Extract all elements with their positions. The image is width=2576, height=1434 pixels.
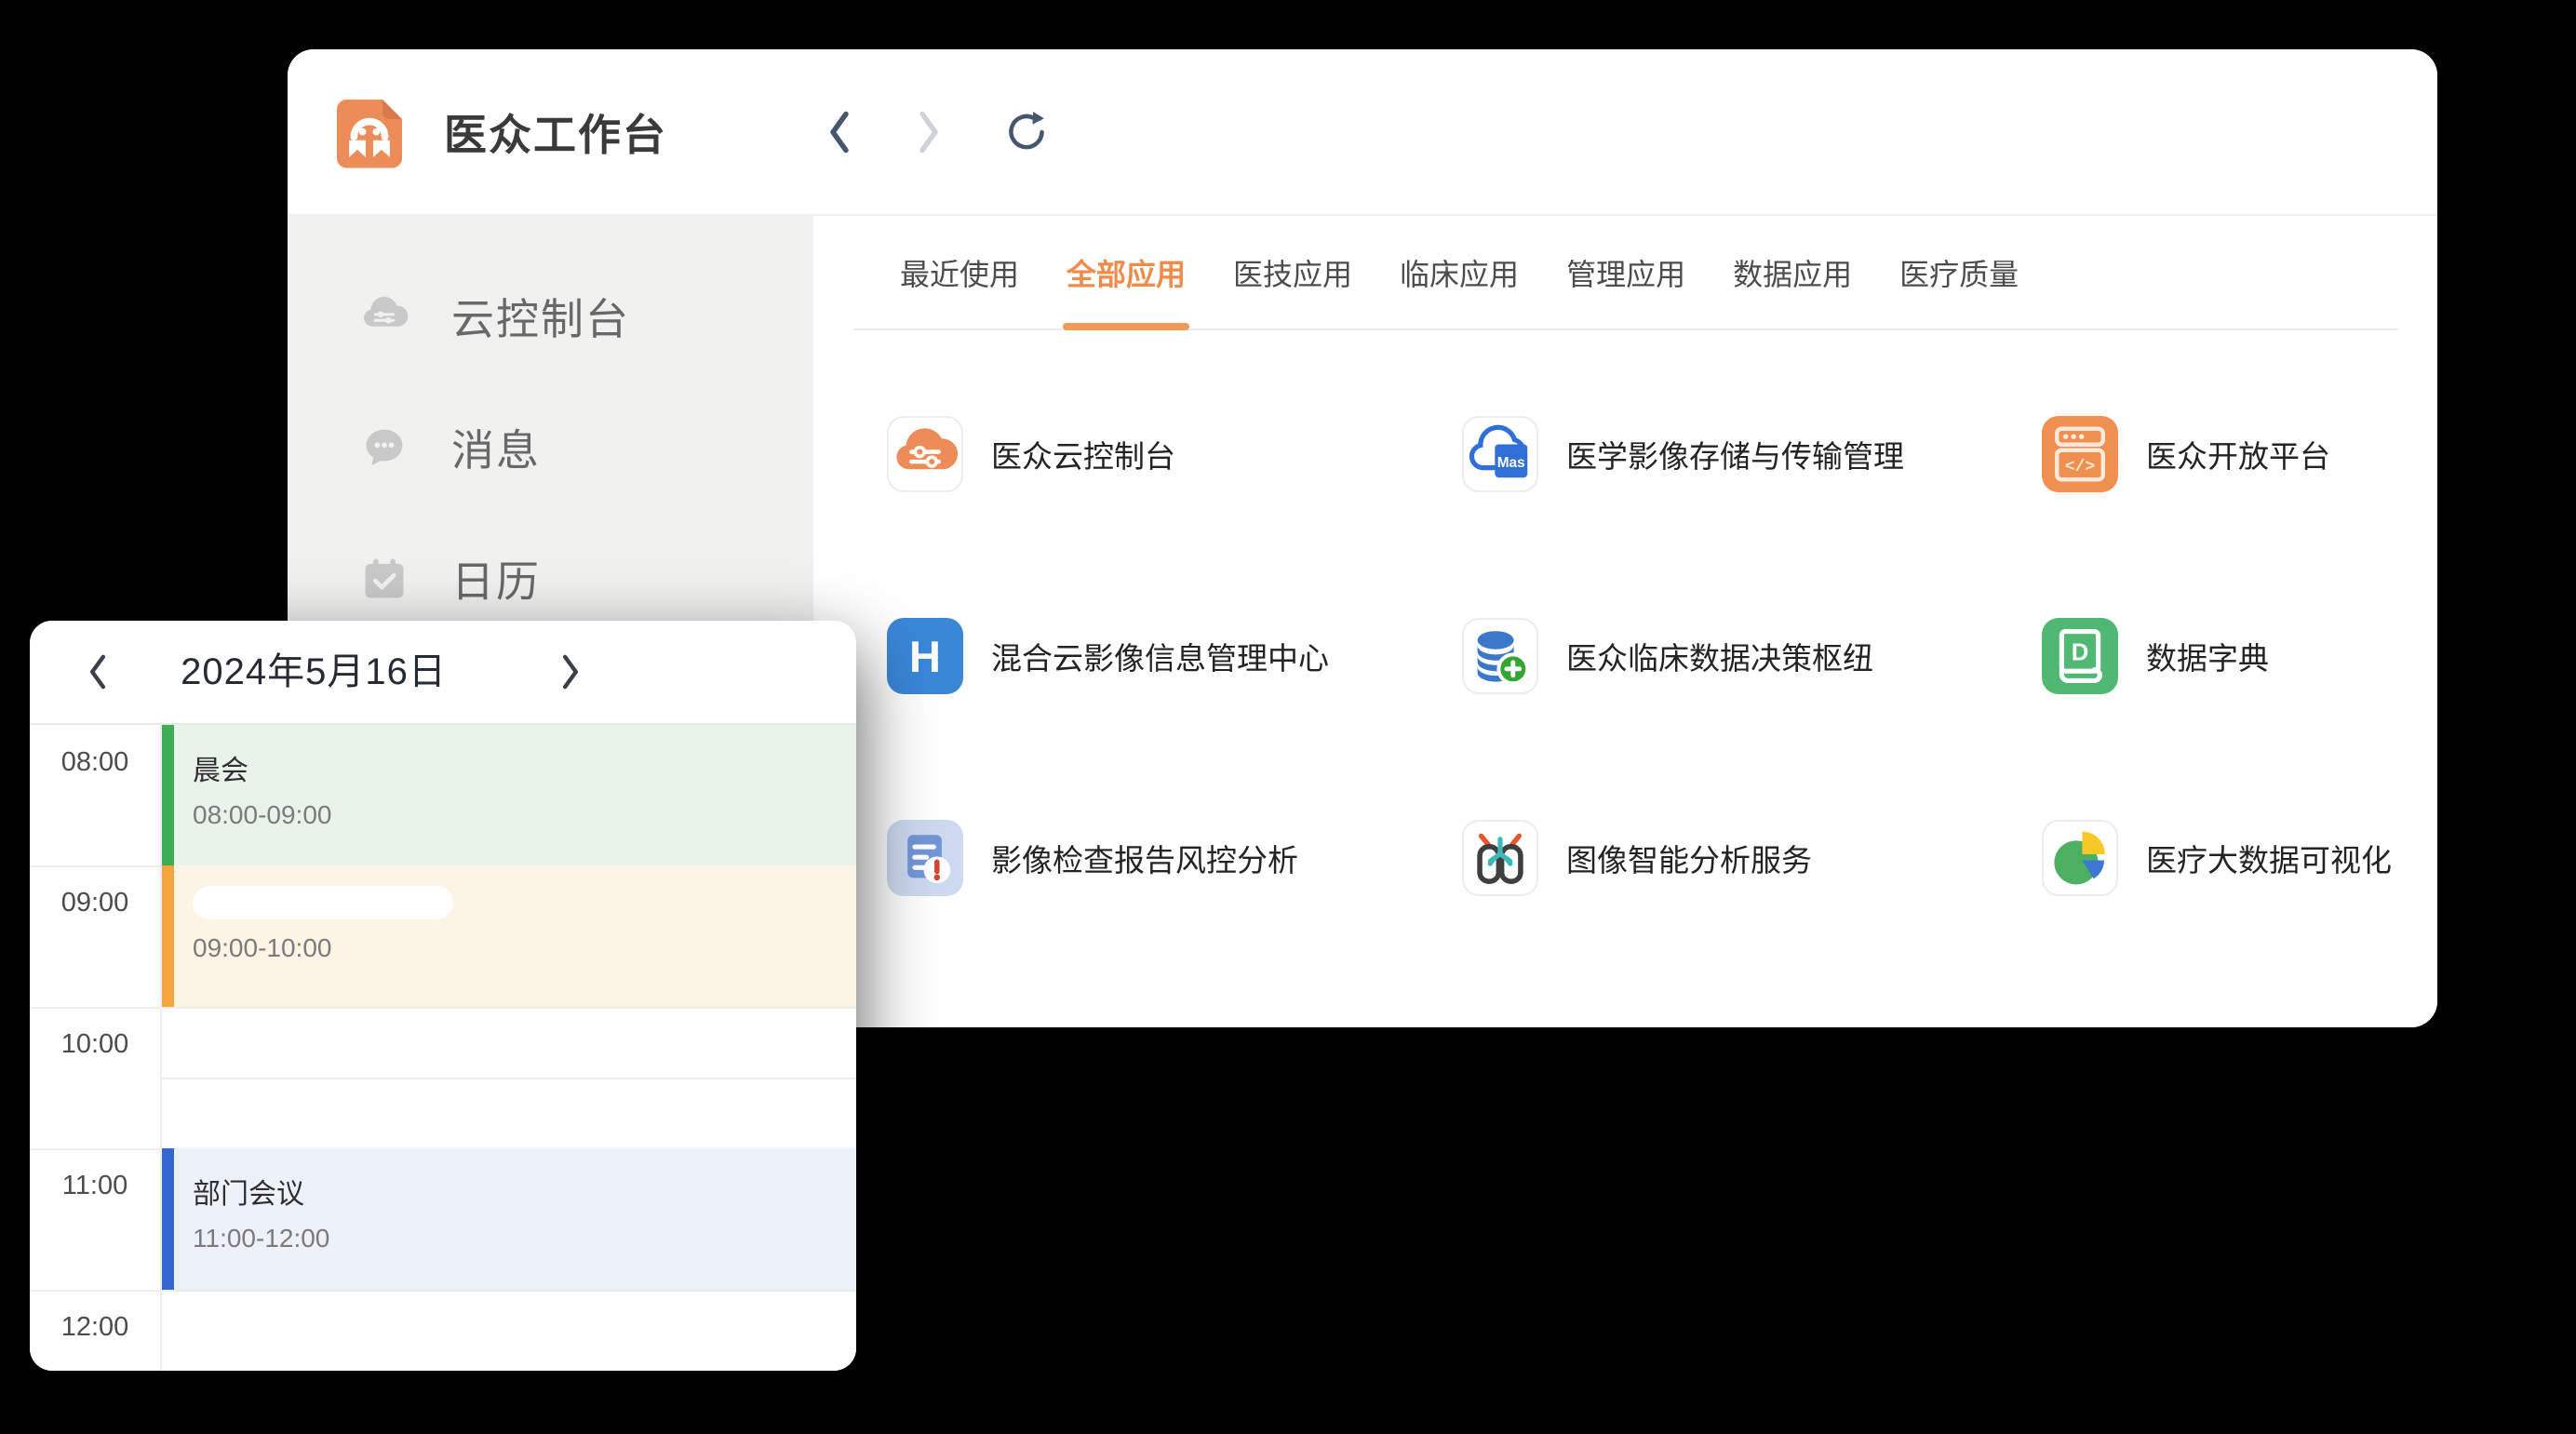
cloud-sliders-icon (887, 416, 963, 492)
time-label: 08:00 (30, 747, 160, 778)
calendar-event-morning-meeting[interactable]: 晨会 08:00-09:00 (162, 725, 856, 865)
cloud-settings-icon (358, 290, 410, 342)
event-title: 晨会 (193, 747, 856, 788)
app-label: 医众临床数据决策枢纽 (1566, 634, 1873, 678)
hour-gridline (30, 1007, 856, 1009)
sidebar-item-messages[interactable]: 消息 (288, 382, 813, 513)
app-title: 医众工作台 (444, 101, 667, 163)
time-label: 11:00 (30, 1171, 160, 1201)
half-hour-gridline (162, 1078, 856, 1079)
calendar-event-redacted[interactable]: 09:00-10:00 (162, 865, 856, 1007)
report-alert-icon (887, 820, 963, 896)
calendar-date-label: 2024年5月16日 (132, 621, 495, 723)
app-label: 影像检查报告风控分析 (991, 836, 1298, 880)
back-button[interactable] (824, 109, 855, 155)
time-label: 10:00 (30, 1029, 160, 1060)
app-label: 混合云影像信息管理中心 (991, 634, 1329, 678)
app-image-storage-transfer[interactable]: Mas 医学影像存储与传输管理 (1462, 416, 2042, 492)
chevron-left-icon (84, 651, 112, 692)
app-label: 数据字典 (2146, 634, 2269, 678)
calendar-event-department-meeting[interactable]: 部门会议 11:00-12:00 (162, 1148, 856, 1290)
svg-text:</>: </> (2065, 458, 2095, 476)
header-nav (824, 108, 1051, 156)
sidebar-item-cloud-console[interactable]: 云控制台 (288, 250, 813, 382)
app-logo-icon (330, 93, 409, 171)
refresh-icon (1002, 108, 1051, 156)
tab-medical-quality[interactable]: 医疗质量 (1899, 216, 2019, 328)
chevron-right-icon (557, 651, 584, 692)
calendar-day-view: 08:00 09:00 10:00 11:00 12:00 晨会 08:00-0… (30, 725, 856, 1371)
sidebar-item-label: 云控制台 (451, 286, 630, 347)
message-bubble-icon (358, 422, 410, 474)
hybrid-cloud-h-icon: H (887, 618, 963, 694)
app-open-platform[interactable]: </> 医众开放平台 (2042, 416, 2437, 492)
svg-text:D: D (2072, 639, 2089, 665)
sidebar-item-label: 日历 (451, 548, 541, 610)
time-label: 12:00 (30, 1312, 160, 1343)
app-clinical-data-hub[interactable]: 医众临床数据决策枢纽 (1462, 618, 2042, 694)
lungs-ai-icon (1462, 820, 1538, 896)
app-grid: 医众云控制台 Mas 医学影像存储与传输管理 (813, 330, 2437, 896)
pie-chart-icon (2042, 820, 2118, 896)
svg-text:Mas: Mas (1497, 455, 1525, 471)
tab-clinical-apps[interactable]: 临床应用 (1400, 216, 1519, 328)
calendar-prev-day-button[interactable] (78, 621, 117, 723)
calendar-popup: 2024年5月16日 08:00 09:00 10:00 11:00 12:00 (30, 621, 856, 1371)
calendar-check-icon (358, 553, 410, 605)
content-area: 最近使用 全部应用 医技应用 临床应用 管理应用 数据应用 医疗质量 (813, 216, 2437, 1027)
database-plus-icon (1462, 618, 1538, 694)
tab-recently-used[interactable]: 最近使用 (900, 216, 1019, 328)
app-label: 图像智能分析服务 (1566, 836, 1812, 880)
calendar-next-day-button[interactable] (551, 621, 590, 723)
app-image-ai-analysis[interactable]: 图像智能分析服务 (1462, 820, 2042, 896)
app-category-tabs: 最近使用 全部应用 医技应用 临床应用 管理应用 数据应用 医疗质量 (854, 216, 2398, 330)
app-hybrid-cloud-center[interactable]: H 混合云影像信息管理中心 (887, 618, 1462, 694)
sidebar-item-label: 消息 (451, 417, 541, 478)
window-header: 医众工作台 (288, 49, 2437, 216)
chevron-right-icon (913, 109, 945, 155)
chevron-left-icon (824, 109, 855, 155)
redacted-title-pill (193, 886, 453, 919)
event-time: 08:00-09:00 (193, 800, 856, 830)
dictionary-book-icon: D (2042, 618, 2118, 694)
tab-management-apps[interactable]: 管理应用 (1566, 216, 1685, 328)
app-report-risk-analysis[interactable]: 影像检查报告风控分析 (887, 820, 1462, 896)
hour-gridline (30, 1290, 856, 1292)
cloud-storage-icon: Mas (1462, 416, 1538, 492)
event-time: 09:00-10:00 (193, 933, 856, 963)
app-data-dictionary[interactable]: D 数据字典 (2042, 618, 2437, 694)
tab-all-apps[interactable]: 全部应用 (1067, 216, 1186, 328)
app-label: 医众云控制台 (991, 432, 1175, 476)
tab-medtech-apps[interactable]: 医技应用 (1233, 216, 1352, 328)
tab-data-apps[interactable]: 数据应用 (1733, 216, 1852, 328)
app-big-data-visualization[interactable]: 医疗大数据可视化 (2042, 820, 2437, 896)
forward-button[interactable] (913, 109, 945, 155)
desktop: 医众工作台 (0, 0, 2576, 1434)
event-title: 部门会议 (193, 1171, 856, 1212)
app-label: 医众开放平台 (2146, 432, 2330, 476)
app-cloud-console[interactable]: 医众云控制台 (887, 416, 1462, 492)
code-window-icon: </> (2042, 416, 2118, 492)
app-label: 医疗大数据可视化 (2146, 836, 2392, 880)
time-label: 09:00 (30, 888, 160, 918)
event-time: 11:00-12:00 (193, 1224, 856, 1253)
refresh-button[interactable] (1002, 108, 1051, 156)
calendar-header: 2024年5月16日 (30, 621, 856, 725)
app-label: 医学影像存储与传输管理 (1566, 432, 1904, 476)
